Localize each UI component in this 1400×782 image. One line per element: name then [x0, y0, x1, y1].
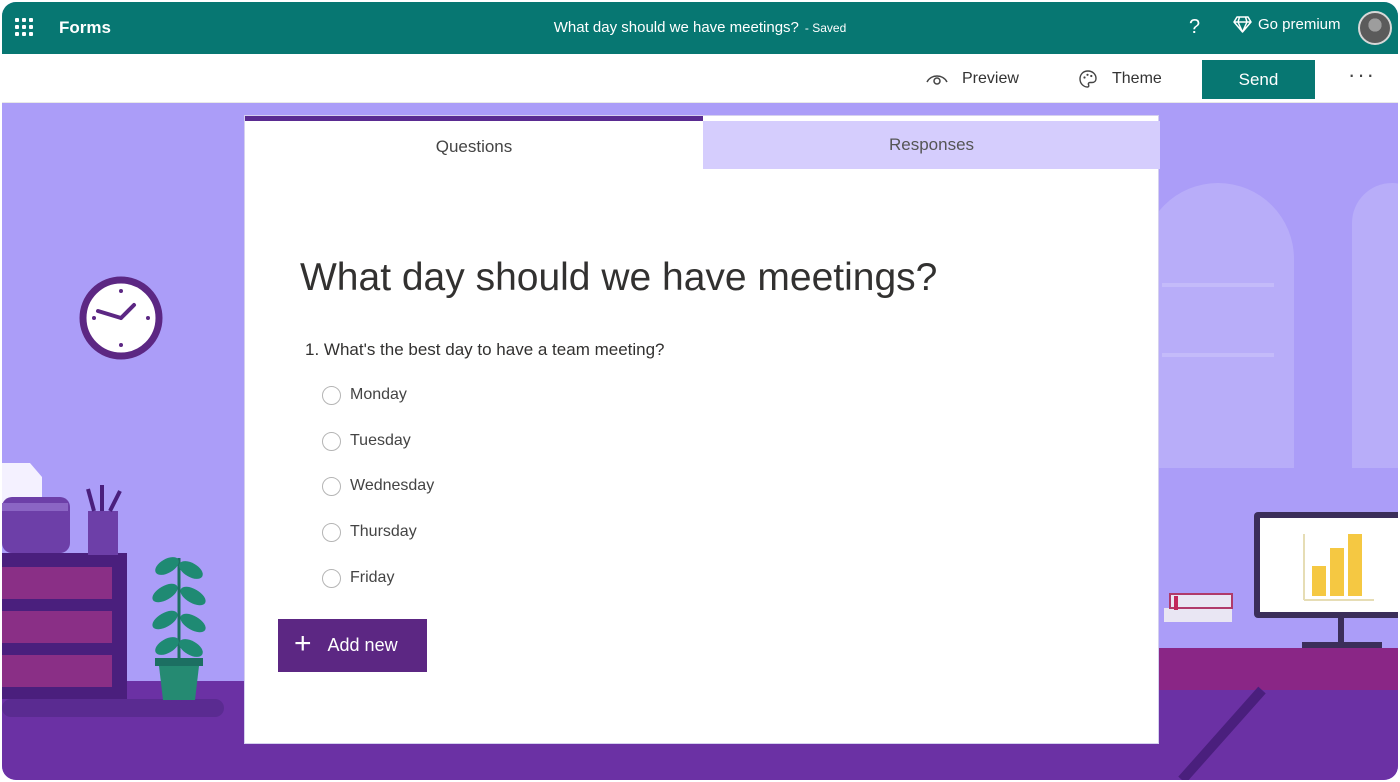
preview-button[interactable]: Preview: [926, 54, 1019, 103]
background-window: [1142, 183, 1294, 468]
option-thursday[interactable]: Thursday: [322, 520, 417, 544]
background-window: [1352, 183, 1398, 468]
plant-illustration: [152, 557, 206, 700]
theme-label: Theme: [1112, 69, 1162, 87]
question-title[interactable]: 1. What's the best day to have a team me…: [305, 340, 665, 360]
form-title[interactable]: What day should we have meetings?: [300, 256, 937, 300]
add-new-button[interactable]: + Add new: [278, 619, 427, 672]
document-title-text[interactable]: What day should we have meetings?: [554, 19, 799, 36]
radio-button[interactable]: [322, 431, 341, 451]
clock-icon: [79, 276, 163, 360]
app-window: Forms What day should we have meetings? -…: [2, 2, 1398, 780]
option-tuesday[interactable]: Tuesday: [322, 429, 411, 453]
radio-button[interactable]: [322, 385, 341, 405]
go-premium-label: Go premium: [1258, 16, 1341, 33]
form-card: Questions Responses What day should we h…: [244, 115, 1160, 744]
tab-bar: Questions Responses: [245, 116, 1160, 169]
preview-label: Preview: [962, 69, 1019, 87]
background-window-pane: [1162, 353, 1274, 357]
option-monday[interactable]: Monday: [322, 383, 407, 407]
palette-icon: [1079, 69, 1097, 88]
toolbar: Preview Theme Send ···: [2, 54, 1398, 103]
option-label: Thursday: [350, 523, 417, 540]
tab-questions[interactable]: Questions: [245, 116, 703, 169]
add-new-label: Add new: [327, 635, 398, 655]
plus-icon: +: [294, 627, 312, 660]
app-bar: Forms What day should we have meetings? -…: [2, 2, 1398, 54]
saved-status: - Saved: [804, 21, 847, 35]
help-button[interactable]: ?: [1189, 16, 1200, 39]
avatar[interactable]: [1358, 11, 1392, 45]
option-label: Tuesday: [350, 432, 411, 449]
send-button[interactable]: Send: [1202, 60, 1315, 99]
desk-illustration: [1152, 512, 1398, 780]
go-premium-button[interactable]: Go premium: [1233, 16, 1341, 33]
eye-icon: [926, 74, 948, 85]
option-label: Monday: [350, 386, 407, 403]
background-window-pane: [1162, 283, 1274, 287]
option-label: Wednesday: [350, 477, 435, 494]
option-label: Friday: [350, 569, 395, 586]
option-wednesday[interactable]: Wednesday: [322, 474, 434, 498]
radio-button[interactable]: [322, 476, 341, 496]
theme-button[interactable]: Theme: [1078, 54, 1162, 103]
more-options-button[interactable]: ···: [1348, 62, 1376, 88]
radio-button[interactable]: [322, 568, 341, 588]
option-friday[interactable]: Friday: [322, 566, 394, 590]
tab-responses[interactable]: Responses: [703, 121, 1160, 169]
radio-button[interactable]: [322, 522, 341, 542]
diamond-icon: [1233, 16, 1252, 33]
